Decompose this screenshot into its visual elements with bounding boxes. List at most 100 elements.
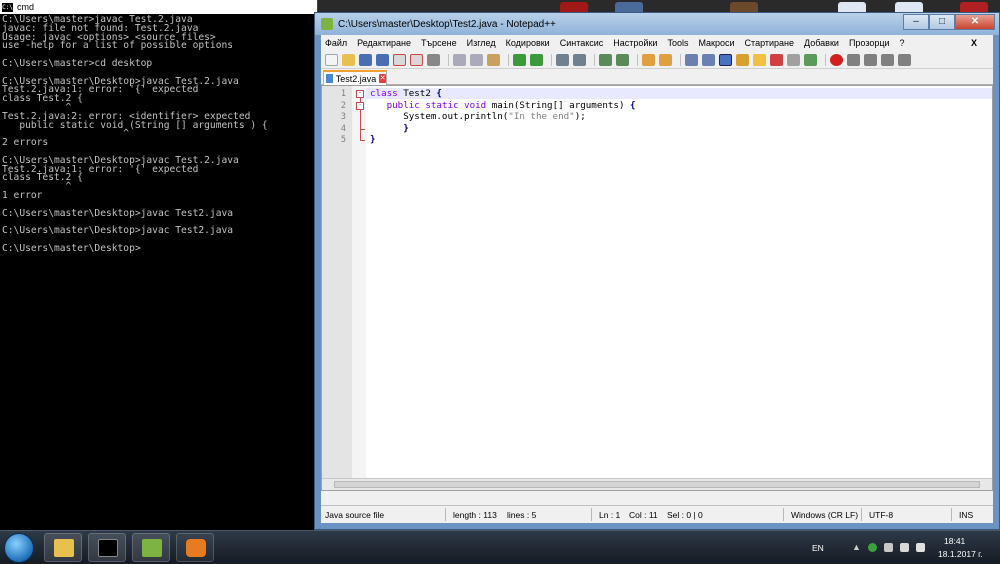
- menu-macro[interactable]: Макроси: [698, 38, 734, 48]
- save-macro-icon[interactable]: [898, 53, 911, 66]
- close-button[interactable]: ✕: [955, 14, 995, 30]
- sync-h-icon[interactable]: [659, 53, 672, 66]
- notepadpp-icon: [142, 539, 162, 557]
- fold-toggle-icon[interactable]: -: [356, 101, 364, 110]
- copy-icon[interactable]: [470, 53, 483, 66]
- action-center-icon[interactable]: [884, 543, 893, 552]
- status-divider: [951, 508, 952, 521]
- cmd-output-line: ^: [2, 128, 130, 140]
- notepadpp-window[interactable]: C:\Users\master\Desktop\Test2.java - Not…: [314, 12, 1000, 530]
- window-title: C:\Users\master\Desktop\Test2.java - Not…: [338, 18, 556, 30]
- play-macro-icon[interactable]: [864, 53, 877, 66]
- monitoring-icon[interactable]: [804, 53, 817, 66]
- folder-icon: [54, 539, 74, 557]
- doc-map-icon[interactable]: [753, 53, 766, 66]
- close-file-icon[interactable]: [393, 53, 406, 66]
- menu-close-doc[interactable]: X: [971, 38, 977, 48]
- indent-guide-icon[interactable]: [719, 53, 732, 66]
- taskbar-cmd[interactable]: [88, 533, 126, 562]
- line-number: 5: [340, 135, 346, 145]
- close-all-icon[interactable]: [410, 53, 423, 66]
- lang-icon[interactable]: [736, 53, 749, 66]
- identifier: );: [574, 111, 586, 122]
- menu-file[interactable]: Файл: [325, 38, 347, 48]
- show-all-chars-icon[interactable]: [702, 53, 715, 66]
- cmd-output-line: ^: [2, 181, 72, 193]
- run-macro-multiple-icon[interactable]: [881, 53, 894, 66]
- menu-tools[interactable]: Tools: [667, 38, 688, 48]
- menu-edit[interactable]: Редактиране: [357, 38, 411, 48]
- notepadpp-app-icon: [321, 18, 333, 30]
- folder-workspace-icon[interactable]: [787, 53, 800, 66]
- paste-icon[interactable]: [487, 53, 500, 66]
- language-indicator[interactable]: EN: [812, 543, 824, 553]
- menu-encoding[interactable]: Кодировки: [506, 38, 550, 48]
- menu-search[interactable]: Търсене: [421, 38, 457, 48]
- zoom-out-icon[interactable]: [616, 53, 629, 66]
- cmd-output-line: C:\Users\master\Desktop>javac Test2.java: [2, 225, 234, 237]
- code-editor[interactable]: 1 2 3 4 5 - - class Test2 { public stati…: [321, 85, 993, 491]
- code-line-4: }: [370, 123, 409, 134]
- menu-settings[interactable]: Настройки: [613, 38, 657, 48]
- taskbar-explorer[interactable]: [44, 533, 82, 562]
- function-list-icon[interactable]: [770, 53, 783, 66]
- stop-macro-icon[interactable]: [847, 53, 860, 66]
- status-divider: [783, 508, 784, 521]
- zoom-in-icon[interactable]: [599, 53, 612, 66]
- cmd-window[interactable]: C:\ cmd C:\Users\master>javac Test.2.jav…: [0, 0, 318, 530]
- identifier: System.out.println(: [370, 111, 509, 122]
- clock-date[interactable]: 18.1.2017 г.: [938, 549, 983, 559]
- clock-time[interactable]: 18:41: [944, 536, 965, 546]
- status-mode: INS: [959, 510, 974, 520]
- new-file-icon[interactable]: [325, 53, 338, 66]
- maximize-button[interactable]: □: [929, 14, 955, 30]
- keyword: class: [370, 88, 398, 99]
- word-wrap-icon[interactable]: [685, 53, 698, 66]
- replace-icon[interactable]: [573, 53, 586, 66]
- toolbar-separator: [594, 53, 595, 66]
- find-icon[interactable]: [556, 53, 569, 66]
- show-hidden-icons-icon[interactable]: ▲: [852, 542, 861, 552]
- tab-close-icon[interactable]: ✕: [379, 74, 386, 83]
- horizontal-scrollbar[interactable]: [322, 478, 992, 490]
- undo-icon[interactable]: [513, 53, 526, 66]
- cut-icon[interactable]: [453, 53, 466, 66]
- keyword: public static void: [386, 99, 487, 111]
- pdf-icon: [186, 539, 206, 557]
- line-number: 2: [340, 100, 346, 111]
- cmd-output-line: use -help for a list of possible options: [2, 40, 234, 52]
- menu-run[interactable]: Стартиране: [745, 38, 794, 48]
- sync-v-icon[interactable]: [642, 53, 655, 66]
- toolbar: [321, 51, 993, 69]
- fold-toggle-icon[interactable]: -: [356, 90, 364, 98]
- menu-language[interactable]: Синтаксис: [560, 38, 604, 48]
- menu-window[interactable]: Прозорци: [849, 38, 890, 48]
- status-col: Col : 11: [629, 510, 658, 520]
- cmd-output[interactable]: C:\Users\master>javac Test.2.java javac: …: [0, 14, 317, 256]
- minimize-button[interactable]: –: [903, 14, 929, 30]
- open-file-icon[interactable]: [342, 53, 355, 66]
- save-icon[interactable]: [359, 53, 372, 66]
- start-button[interactable]: [4, 533, 34, 563]
- notepadpp-titlebar[interactable]: C:\Users\master\Desktop\Test2.java - Not…: [315, 13, 999, 35]
- network-icon[interactable]: [900, 543, 909, 552]
- taskbar-pdf[interactable]: [176, 533, 214, 562]
- cmd-titlebar[interactable]: C:\ cmd: [0, 0, 317, 14]
- code-line-5: }: [370, 134, 376, 145]
- menu-help[interactable]: ?: [900, 38, 905, 48]
- redo-icon[interactable]: [530, 53, 543, 66]
- record-macro-icon[interactable]: [830, 53, 843, 66]
- tab-test2-java[interactable]: Test2.java ✕: [323, 70, 387, 85]
- code-line-2: public static void main(String[] argumen…: [370, 100, 636, 111]
- status-lines: lines : 5: [507, 510, 537, 520]
- menu-plugins[interactable]: Добавки: [804, 38, 839, 48]
- volume-icon[interactable]: [916, 543, 925, 552]
- tray-app-icon[interactable]: [868, 543, 877, 552]
- print-icon[interactable]: [427, 53, 440, 66]
- cmd-output-line: C:\Users\master\Desktop>javac Test2.java: [2, 207, 234, 219]
- save-all-icon[interactable]: [376, 53, 389, 66]
- scrollbar-thumb[interactable]: [334, 481, 980, 488]
- taskbar-notepadpp[interactable]: [132, 533, 170, 562]
- fold-margin[interactable]: [352, 86, 366, 490]
- menu-view[interactable]: Изглед: [467, 38, 496, 48]
